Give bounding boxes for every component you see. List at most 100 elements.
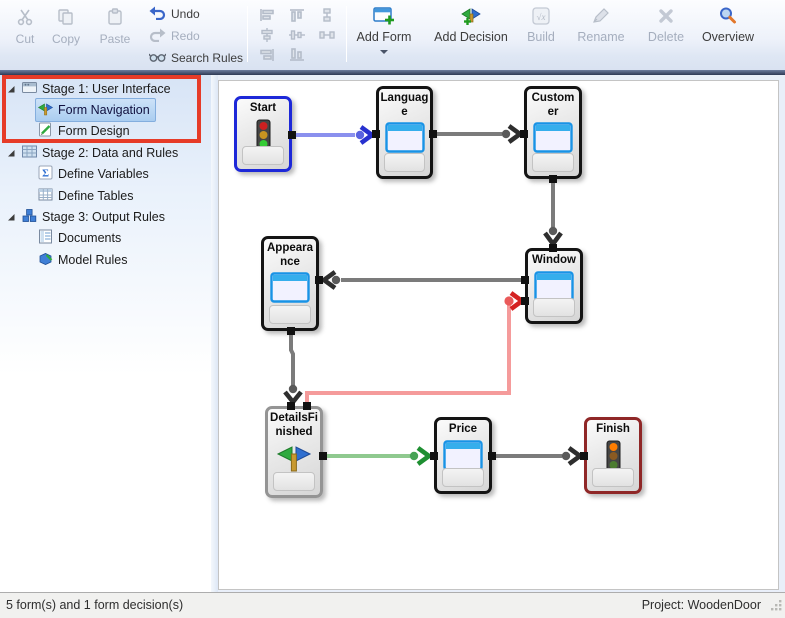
clipboard-icon — [93, 6, 137, 28]
status-project: Project: WoodenDoor — [642, 598, 761, 612]
align-left-icon — [252, 5, 282, 25]
delete-button: Delete — [641, 5, 691, 44]
edge-appearance-detailsfinished[interactable] — [285, 335, 301, 402]
edge-detailsfinished-window[interactable] — [307, 293, 522, 402]
search-rules-label: Search Rules — [171, 51, 243, 65]
copy-icon — [44, 6, 88, 28]
tree-item-define-variables[interactable]: Σ Define Variables — [0, 164, 211, 185]
add-decision-button[interactable]: Add Decision — [430, 5, 512, 44]
undo-button[interactable]: Undo — [149, 5, 200, 23]
stage-window-icon — [22, 80, 37, 98]
edge-start-language[interactable] — [296, 127, 372, 143]
node-customer[interactable]: Custom er — [524, 86, 582, 179]
svg-text:√x: √x — [537, 12, 546, 22]
rename-button: Rename — [571, 5, 631, 44]
node-label: Finish — [596, 423, 630, 437]
sigma-icon: Σ — [38, 165, 53, 183]
tree-item-label: Form Navigation — [58, 103, 150, 117]
edge-detailsfinished-price[interactable] — [327, 448, 429, 464]
tree-item-documents[interactable]: Documents — [0, 228, 211, 249]
edge-window-appearance[interactable] — [324, 272, 521, 288]
copy-button: Copy — [44, 6, 88, 46]
node-label: Price — [449, 423, 477, 437]
align-middle-horizontal-icon — [282, 25, 312, 45]
node-language[interactable]: Languag e — [376, 86, 433, 179]
node-label: Languag e — [381, 92, 429, 119]
build-button: √x Build — [518, 5, 564, 44]
add-form-dropdown-arrow[interactable] — [380, 50, 388, 54]
node-label: Appeara nce — [267, 242, 313, 269]
delete-label: Delete — [641, 30, 691, 44]
form-pencil-icon — [38, 122, 53, 140]
undo-label: Undo — [171, 7, 200, 21]
paste-label: Paste — [93, 32, 137, 46]
distribute-vertical-icon — [312, 5, 342, 25]
window-icon — [270, 272, 310, 308]
redo-icon — [149, 28, 166, 45]
node-detailsfinished[interactable]: DetailsFi nished — [265, 406, 323, 498]
status-bar: 5 form(s) and 1 form decision(s) Project… — [0, 592, 785, 618]
edge-price-finish[interactable] — [496, 448, 580, 464]
node-label: Window — [532, 254, 576, 268]
model-cube-icon — [38, 251, 53, 269]
align-bottom-icon — [282, 45, 312, 65]
tree-item-stage2[interactable]: Stage 2: Data and Rules — [0, 142, 211, 163]
flow-edges[interactable] — [219, 81, 780, 591]
sidebar-splitter[interactable] — [211, 75, 218, 592]
tree-item-model-rules[interactable]: Model Rules — [0, 249, 211, 270]
overview-button[interactable]: Overview — [696, 5, 760, 44]
alignment-tools — [252, 5, 342, 65]
document-icon — [38, 229, 53, 247]
magnifier-icon — [696, 5, 760, 27]
node-window[interactable]: Window — [525, 248, 583, 324]
project-tree: Stage 1: User Interface Form Navigation … — [0, 78, 211, 271]
node-footer — [384, 153, 425, 172]
resize-grip[interactable] — [770, 599, 783, 615]
node-finish[interactable]: Finish — [584, 417, 642, 494]
svg-text:Σ: Σ — [42, 169, 49, 180]
rules-tree-sidebar: Stage 1: User Interface Form Navigation … — [0, 75, 211, 592]
canvas-background: Start Languag e Custom er Appeara nce — [218, 75, 785, 592]
expand-triangle-icon[interactable] — [6, 148, 19, 158]
node-label: Custom er — [532, 92, 575, 119]
tree-item-stage1[interactable]: Stage 1: User Interface — [0, 78, 211, 99]
add-decision-icon — [430, 5, 512, 27]
edge-customer-window[interactable] — [545, 183, 561, 244]
tree-item-form-design[interactable]: Form Design — [0, 121, 211, 142]
add-form-button[interactable]: Add Form — [354, 5, 414, 54]
tree-item-label: Define Variables — [58, 167, 149, 181]
redo-label: Redo — [171, 29, 200, 43]
align-top-icon — [282, 5, 312, 25]
align-right-icon — [252, 45, 282, 65]
tree-item-label: Stage 1: User Interface — [42, 82, 171, 96]
node-price[interactable]: Price — [434, 417, 492, 494]
tree-item-stage3[interactable]: Stage 3: Output Rules — [0, 206, 211, 227]
tree-item-label: Model Rules — [58, 253, 127, 267]
overview-label: Overview — [696, 30, 760, 44]
status-summary: 5 form(s) and 1 form decision(s) — [6, 598, 183, 612]
grid-icon — [38, 187, 53, 205]
expand-triangle-icon[interactable] — [6, 84, 19, 94]
cut-label: Cut — [6, 32, 44, 46]
search-rules-button[interactable]: Search Rules — [149, 49, 243, 67]
node-appearance[interactable]: Appeara nce — [261, 236, 319, 331]
delete-x-icon — [641, 5, 691, 27]
add-form-icon — [354, 5, 414, 27]
tree-item-label: Form Design — [58, 124, 130, 138]
add-decision-label: Add Decision — [430, 30, 512, 44]
tree-item-define-tables[interactable]: Define Tables — [0, 185, 211, 206]
node-footer — [533, 298, 575, 317]
cubes-icon — [22, 208, 37, 226]
node-footer — [592, 468, 634, 487]
redo-button: Redo — [149, 27, 200, 45]
node-start[interactable]: Start — [234, 96, 292, 172]
pencil-icon — [571, 5, 631, 27]
paste-button: Paste — [93, 6, 137, 46]
copy-label: Copy — [44, 32, 88, 46]
edge-language-customer[interactable] — [437, 126, 520, 142]
build-label: Build — [518, 30, 564, 44]
flow-canvas[interactable]: Start Languag e Custom er Appeara nce — [218, 80, 779, 590]
tree-item-form-navigation[interactable]: Form Navigation — [0, 99, 211, 120]
tree-item-label: Stage 2: Data and Rules — [42, 146, 178, 160]
expand-triangle-icon[interactable] — [6, 212, 19, 222]
